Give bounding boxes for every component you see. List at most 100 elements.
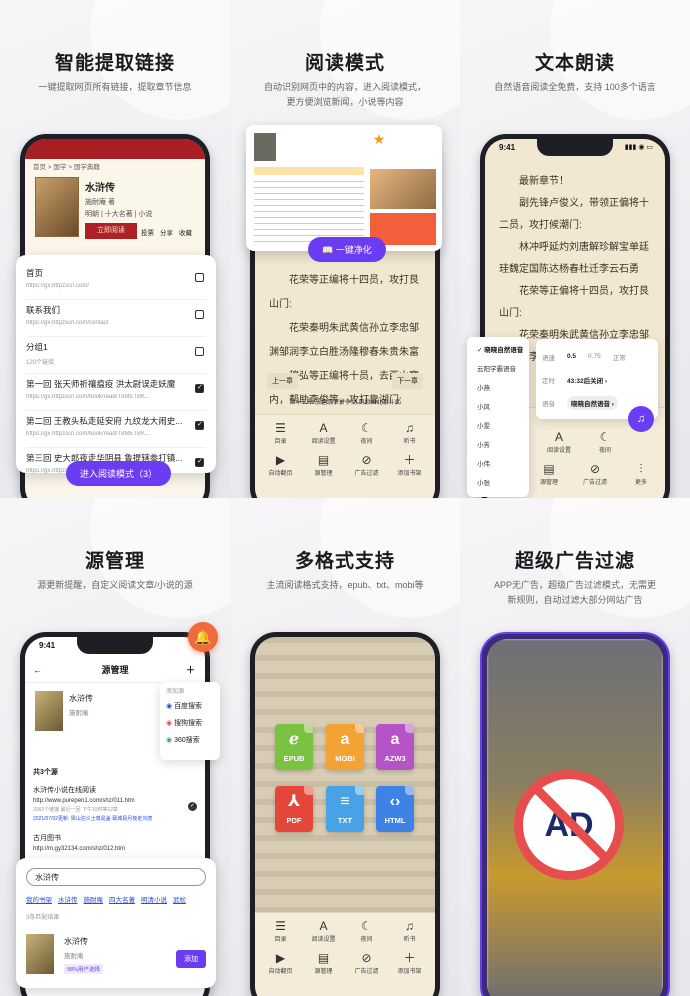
link-list-card: 首页 https://gx.httpzscn.com/ 联系我们 https://g…: [16, 255, 216, 474]
group-row[interactable]: 分组1 120个链接: [26, 337, 206, 374]
checkbox[interactable]: [195, 273, 204, 282]
speed-option[interactable]: 0.5: [567, 353, 576, 360]
add-button[interactable]: 添加: [176, 950, 206, 968]
listen-button[interactable]: ♫ 听书: [390, 919, 430, 943]
search-tag[interactable]: 明清小说: [141, 894, 167, 904]
source-button[interactable]: ▤ 源管理: [529, 462, 569, 486]
source-name: 古月图书: [33, 835, 61, 842]
ad-filter-button[interactable]: ⊘ 广告过滤: [575, 462, 615, 486]
add-shelf-button[interactable]: ＋ 添加书架: [390, 453, 430, 477]
toc-button[interactable]: ☰ 目录: [261, 421, 301, 445]
panel-title: 阅读模式: [304, 53, 385, 74]
toc-button[interactable]: ☰ 目录: [261, 919, 301, 943]
ad-filter-button[interactable]: ⊘ 广告过滤: [347, 951, 387, 975]
search-tag[interactable]: 武松: [173, 894, 186, 904]
search-input[interactable]: 水浒传: [26, 868, 206, 886]
voice-option[interactable]: 小风: [467, 398, 529, 417]
search-card: 水浒传 我的书架 水浒传 施耐庵 四大名著 明清小说 武松 3条匹配结果 水浒传…: [16, 858, 216, 988]
speed-option[interactable]: 正常: [613, 352, 626, 362]
more-button[interactable]: ⫶ 更多: [621, 462, 661, 486]
back-icon[interactable]: ←: [33, 657, 42, 683]
night-button[interactable]: ☾ 夜间: [347, 421, 387, 445]
link-url: https://gx.httpzscn.com/book/read/T8METB…: [26, 431, 151, 437]
voice-value[interactable]: 晓晓自然语音 ›: [567, 395, 618, 410]
add-icon[interactable]: ＋: [186, 657, 195, 683]
bell-icon[interactable]: 🔔: [188, 622, 218, 652]
book-author: 施耐庵: [69, 710, 89, 717]
link-row[interactable]: 第二回 王教头私走延安府 九纹龙大闹史... https://gx.httpzsc…: [26, 411, 206, 448]
ad-filter-button[interactable]: ⊘ 广告过滤: [347, 453, 387, 477]
voice-option[interactable]: 小伟: [467, 455, 529, 474]
reading-paragraph: 花荣等正偏将十四员，攻打艮山门:: [499, 286, 649, 319]
favorite-button[interactable]: 收藏: [179, 227, 192, 237]
read-now-button[interactable]: 立即阅读: [85, 223, 137, 239]
voice-option-selected[interactable]: ✓ 晓晓自然语音: [467, 341, 529, 360]
next-chapter-button[interactable]: 下一章: [392, 373, 423, 389]
link-row[interactable]: 联系我们 https://gx.httpzscn.com/contact: [26, 300, 206, 337]
source-count: 共3个源: [33, 769, 58, 776]
search-tags: 我的书架 水浒传 施耐庵 四大名著 明清小说 武松: [26, 894, 206, 904]
status-icons: ▮▮▮ ◉ ▭: [624, 144, 653, 151]
source-item[interactable]: 水浒传小说在线阅读 http://www.purepen1.com/shz/01…: [33, 785, 193, 822]
toolbar-label: 听书: [403, 937, 416, 943]
search-tag[interactable]: 水浒传: [58, 894, 78, 904]
book-cover: [35, 177, 79, 237]
sliders-icon: ⫶: [639, 462, 643, 476]
search-tag[interactable]: 施耐庵: [84, 894, 104, 904]
headphone-fab[interactable]: ♫: [628, 406, 654, 432]
voice-option[interactable]: 小芳: [467, 436, 529, 455]
voice-option[interactable]: 小张: [467, 474, 529, 493]
link-row[interactable]: 首页 https://gx.httpzscn.com/: [26, 263, 206, 300]
checkbox[interactable]: [195, 310, 204, 319]
mobi-icon: a MOBI: [326, 724, 364, 770]
auto-page-button[interactable]: ▶ 自动翻页: [261, 453, 301, 477]
rating-icon: ★: [372, 131, 386, 147]
play-icon: ▶: [275, 951, 286, 965]
night-button[interactable]: ☾ 夜间: [347, 919, 387, 943]
enter-reading-mode-button[interactable]: 进入阅读模式（3）: [66, 461, 172, 486]
breadcrumb[interactable]: 首页 > 国学 > 国学典籍: [33, 161, 100, 171]
prev-chapter-button[interactable]: 上一章: [267, 373, 298, 389]
engine-menu: 添加源 ◉ 百度搜索 ◉ 搜狗搜索 ◉ 360搜索: [160, 682, 220, 760]
voice-option[interactable]: 云阳学霸语音: [467, 360, 529, 379]
source-button[interactable]: ▤ 源管理: [304, 453, 344, 477]
voice-option[interactable]: 小燕: [467, 379, 529, 398]
speed-option[interactable]: 0.75: [588, 353, 601, 360]
settings-button[interactable]: A 阅读设置: [304, 919, 344, 943]
timer-label: 定时: [542, 377, 555, 385]
engine-sogou[interactable]: ◉ 搜狗搜索: [166, 715, 214, 732]
listen-button[interactable]: ♫ 听书: [390, 421, 430, 445]
voice-option[interactable]: 小雯: [467, 417, 529, 436]
add-shelf-button[interactable]: ＋ 添加书架: [390, 951, 430, 975]
book-cover: [35, 691, 63, 731]
auto-page-button[interactable]: ▶ 自动翻页: [261, 951, 301, 975]
result-badge: 98%用户选择: [64, 964, 104, 974]
vote-button[interactable]: 投票: [141, 227, 154, 237]
panel-link-extract: 智能提取链接 一键提取网页所有链接，提取章节信息 首页 > 国学 > 国学典籍 …: [0, 0, 230, 498]
engine-baidu[interactable]: ◉ 百度搜索: [166, 698, 214, 715]
share-button[interactable]: 分享: [160, 227, 173, 237]
screenshot-collage: 智能提取链接 一键提取网页所有链接，提取章节信息 首页 > 国学 > 国学典籍 …: [0, 0, 690, 996]
status-time: 9:41: [39, 641, 56, 650]
search-tag[interactable]: 四大名著: [109, 894, 135, 904]
link-row[interactable]: 第一回 张天师祈禳瘟疫 洪太尉误走妖魔 https://gx.httpzscn.c…: [26, 374, 206, 411]
source-note: 2021/07/02更新: 梁山泊义士尊晁盖 郓城县月夜走刘唐: [33, 816, 153, 822]
timer-value[interactable]: 43:32后关闭 ›: [567, 375, 607, 385]
checkbox-checked[interactable]: [195, 420, 204, 430]
engine-360[interactable]: ◉ 360搜索: [166, 732, 214, 749]
settings-button[interactable]: A 阅读设置: [304, 421, 344, 445]
checkbox-checked[interactable]: [195, 383, 204, 393]
checkbox[interactable]: [195, 347, 204, 356]
toolbar-label: 自动翻页: [268, 969, 293, 975]
format-glyph: a: [390, 731, 400, 748]
source-item[interactable]: 古月图书 http://m.gy32134.com/shz/012.htm: [33, 833, 193, 852]
source-button[interactable]: ▤ 源管理: [304, 951, 344, 975]
checkbox-checked[interactable]: [195, 457, 204, 467]
one-click-clean-button[interactable]: 📖 一键净化: [308, 237, 386, 262]
night-button[interactable]: ☾ 夜间: [585, 430, 625, 454]
search-tag[interactable]: 我的书架: [26, 894, 52, 904]
sogou-icon: ◉: [166, 720, 173, 727]
source-url: http://m.gy32134.com/shz/012.htm: [33, 846, 126, 852]
settings-button[interactable]: A 阅读设置: [539, 430, 579, 454]
selected-check-icon[interactable]: ✓: [188, 802, 197, 811]
